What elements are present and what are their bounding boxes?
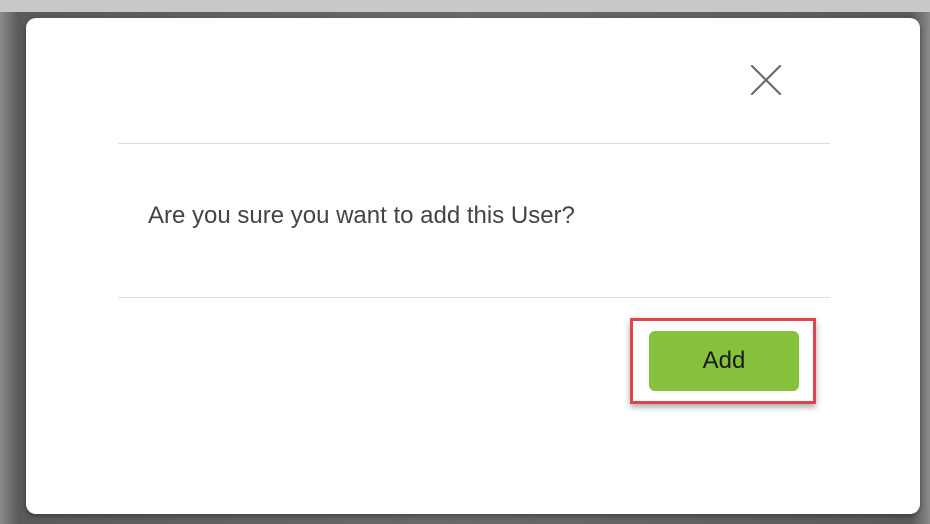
footer-divider — [118, 297, 830, 298]
header-divider — [118, 143, 830, 144]
close-icon — [750, 64, 782, 96]
confirm-dialog: Are you sure you want to add this User? … — [26, 18, 920, 514]
add-button[interactable]: Add — [649, 331, 799, 391]
confirm-message: Are you sure you want to add this User? — [148, 202, 575, 229]
backdrop-top-strip — [0, 0, 930, 12]
close-button[interactable] — [746, 60, 786, 100]
